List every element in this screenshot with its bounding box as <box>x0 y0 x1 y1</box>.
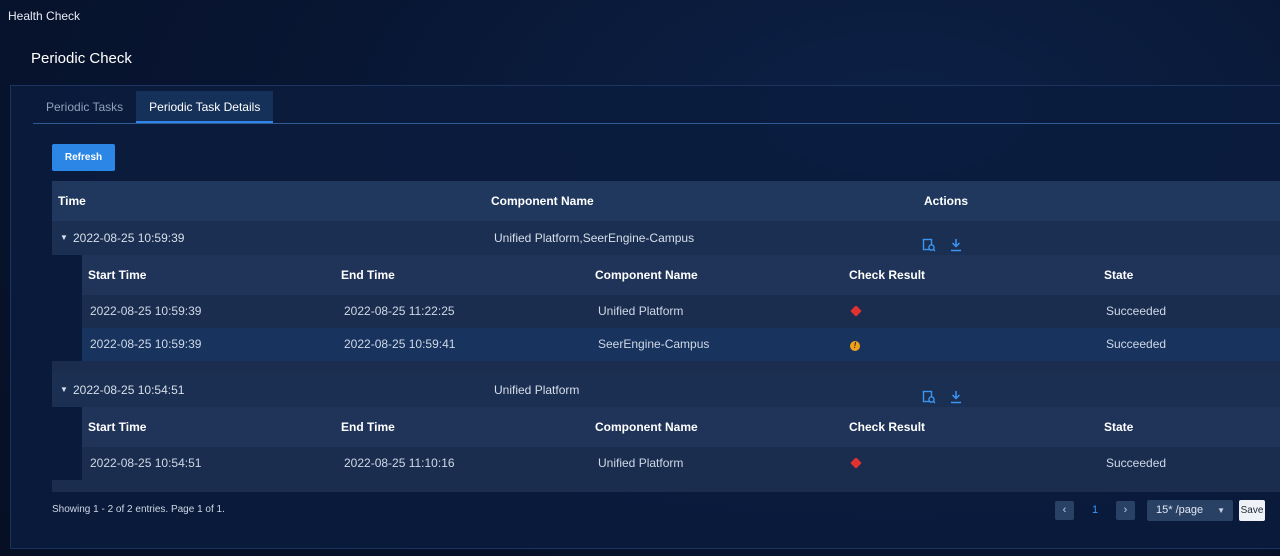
sub-header-start: Start Time <box>88 420 147 434</box>
table-row[interactable]: 2022-08-25 10:59:39 2022-08-25 11:22:25 … <box>82 295 1280 328</box>
page-title: Periodic Check <box>31 50 132 67</box>
row-end-time: 2022-08-25 11:10:16 <box>344 456 455 470</box>
sub-table: Start Time End Time Component Name Check… <box>82 255 1280 361</box>
sub-header-result: Check Result <box>849 268 926 282</box>
warning-icon: ! <box>850 339 860 351</box>
main-panel: Periodic Tasks Periodic Task Details Ref… <box>10 85 1280 549</box>
save-button[interactable]: Save <box>1239 500 1265 521</box>
report-view-icon[interactable] <box>922 231 936 252</box>
table-header: Time Component Name Actions <box>52 181 1280 221</box>
page-size-value: 15* /page <box>1156 504 1204 516</box>
row-state: Succeeded <box>1106 304 1167 318</box>
tab-bar: Periodic Tasks Periodic Task Details <box>33 91 1280 124</box>
group-spacer <box>52 361 1280 373</box>
refresh-button[interactable]: Refresh <box>52 144 115 171</box>
table-row[interactable]: 2022-08-25 10:59:39 2022-08-25 10:59:41 … <box>82 328 1280 361</box>
sub-header-state: State <box>1104 268 1134 282</box>
row-end-time: 2022-08-25 10:59:41 <box>344 337 456 351</box>
download-icon[interactable] <box>949 231 963 252</box>
group-component: Unified Platform <box>494 383 580 397</box>
row-start-time: 2022-08-25 10:59:39 <box>90 337 202 351</box>
expand-caret-icon[interactable]: ▼ <box>60 221 68 255</box>
row-component: Unified Platform <box>598 456 684 470</box>
report-view-icon[interactable] <box>922 383 936 404</box>
group-component: Unified Platform,SeerEngine-Campus <box>494 231 695 245</box>
row-component: Unified Platform <box>598 304 684 318</box>
sub-header-state: State <box>1104 420 1134 434</box>
sub-table-header: Start Time End Time Component Name Check… <box>82 407 1280 447</box>
sub-header-component: Component Name <box>595 268 698 282</box>
table-row[interactable]: 2022-08-25 10:54:51 2022-08-25 11:10:16 … <box>82 447 1280 480</box>
group-spacer <box>52 480 1280 492</box>
row-component: SeerEngine-Campus <box>598 337 710 351</box>
download-icon[interactable] <box>949 383 963 404</box>
sub-header-component: Component Name <box>595 420 698 434</box>
next-page-button[interactable]: › <box>1116 501 1135 520</box>
error-icon <box>850 457 862 469</box>
sub-header-result: Check Result <box>849 420 926 434</box>
row-start-time: 2022-08-25 10:54:51 <box>90 456 202 470</box>
column-header-component[interactable]: Component Name <box>491 181 594 221</box>
page-number-1[interactable]: 1 <box>1092 501 1098 520</box>
prev-page-button[interactable]: ‹ <box>1055 501 1074 520</box>
group-time: 2022-08-25 10:59:39 <box>73 231 185 245</box>
app-title: Health Check <box>8 9 81 23</box>
chevron-down-icon: ▼ <box>1217 506 1225 515</box>
group-time: 2022-08-25 10:54:51 <box>73 383 185 397</box>
row-state: Succeeded <box>1106 337 1167 351</box>
sub-table-header: Start Time End Time Component Name Check… <box>82 255 1280 295</box>
sub-table: Start Time End Time Component Name Check… <box>82 407 1280 480</box>
row-state: Succeeded <box>1106 456 1167 470</box>
sub-header-end: End Time <box>341 420 395 434</box>
expand-caret-icon[interactable]: ▼ <box>60 373 68 407</box>
column-header-actions: Actions <box>924 194 969 208</box>
tab-periodic-tasks[interactable]: Periodic Tasks <box>33 91 136 123</box>
page-size-select[interactable]: 15* /page ▼ <box>1147 500 1233 521</box>
group-row[interactable]: ▼ 2022-08-25 10:59:39 Unified Platform,S… <box>52 221 1280 255</box>
entries-summary: Showing 1 - 2 of 2 entries. Page 1 of 1. <box>52 504 225 515</box>
group-row[interactable]: ▼ 2022-08-25 10:54:51 Unified Platform <box>52 373 1280 407</box>
error-icon <box>850 305 862 317</box>
row-end-time: 2022-08-25 11:22:25 <box>344 304 455 318</box>
column-header-time[interactable]: Time <box>58 181 86 221</box>
row-start-time: 2022-08-25 10:59:39 <box>90 304 202 318</box>
sub-header-end: End Time <box>341 268 395 282</box>
tab-periodic-task-details[interactable]: Periodic Task Details <box>136 91 274 123</box>
task-details-table: Time Component Name Actions ▼ 2022-08-25… <box>52 181 1280 493</box>
sub-header-start: Start Time <box>88 268 147 282</box>
